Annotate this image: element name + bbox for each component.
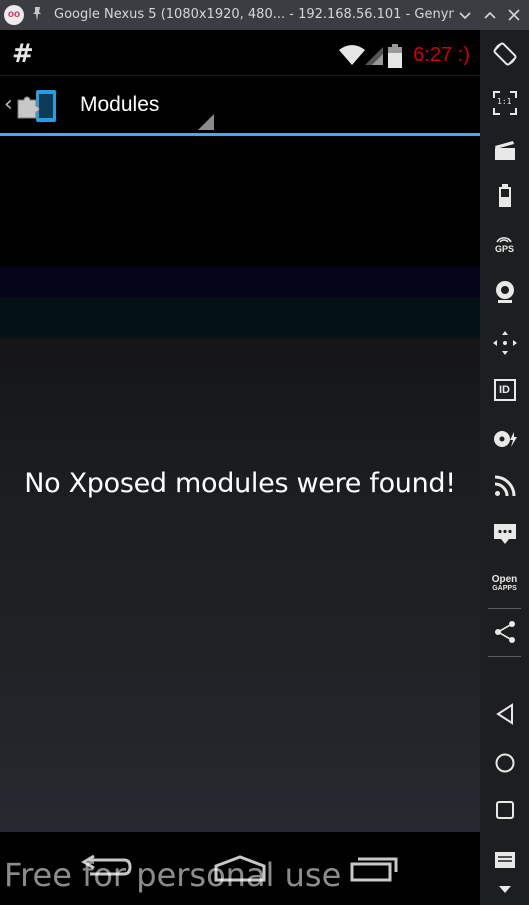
gps-button[interactable]: GPS [480, 226, 529, 262]
open-gapps-icon: Open GAPPS [492, 575, 518, 593]
id-label: ID [499, 384, 510, 396]
wifi-icon [339, 45, 365, 65]
spinner-dropdown-icon[interactable] [198, 114, 214, 130]
disk-io-icon [493, 431, 517, 447]
resize-label: 1:1 [497, 97, 512, 106]
sms-icon [493, 524, 516, 544]
camera-button[interactable] [480, 274, 529, 310]
chevron-down-icon [498, 886, 511, 893]
screencast-button[interactable] [480, 132, 529, 168]
emulator-toolbar: 1:1 GPS ID Open GAPPS [480, 30, 529, 905]
recents-icon[interactable] [350, 854, 400, 882]
battery-button[interactable] [480, 178, 529, 214]
toolbar-divider [488, 656, 521, 657]
battery-sim-icon [498, 184, 511, 207]
empty-state-message: No Xposed modules were found! [24, 468, 456, 499]
clapperboard-icon [494, 141, 515, 160]
watermark-text: Free for personal use [4, 856, 342, 894]
close-icon[interactable] [505, 6, 523, 24]
triangle-back-icon [495, 703, 513, 725]
webcam-icon [495, 281, 514, 303]
square-recents-icon [495, 801, 514, 819]
window-title: Google Nexus 5 (1080x1920, 480... - 192.… [54, 7, 454, 22]
action-bar: ‹ Modules [0, 76, 480, 136]
menu-button[interactable] [480, 842, 529, 878]
toolbar-divider [488, 608, 521, 609]
xposed-app-icon[interactable] [14, 88, 58, 124]
battery-icon [388, 44, 402, 68]
gps-icon: GPS [495, 235, 514, 254]
up-navigation-icon[interactable]: ‹ [4, 92, 13, 117]
nav-back-button[interactable] [480, 696, 529, 732]
remote-control-button[interactable] [480, 325, 529, 361]
page-title: Modules [80, 93, 160, 116]
maximize-icon[interactable] [481, 6, 499, 24]
rotate-icon [493, 42, 516, 66]
opengapps-line1: Open [491, 574, 518, 585]
android-status-bar: # 6:27 :) [0, 30, 480, 76]
minimize-icon[interactable] [456, 6, 474, 24]
phone-sms-button[interactable] [480, 516, 529, 552]
rss-icon [494, 475, 515, 497]
circle-home-icon [495, 753, 514, 773]
pixel-perfect-button[interactable]: 1:1 [480, 85, 529, 121]
pin-icon[interactable] [30, 6, 44, 22]
gps-label: GPS [494, 243, 514, 254]
share-icon [494, 621, 515, 643]
id-icon: ID [493, 379, 516, 401]
window-titlebar: oo Google Nexus 5 (1080x1920, 480... - 1… [0, 0, 529, 30]
nav-recents-button[interactable] [480, 792, 529, 828]
disk-io-button[interactable] [480, 421, 529, 457]
dpad-icon [492, 331, 517, 355]
open-gapps-button[interactable]: Open GAPPS [480, 566, 529, 602]
network-button[interactable] [480, 468, 529, 504]
share-button[interactable] [480, 614, 529, 650]
opengapps-line2: GAPPS [492, 585, 517, 592]
device-screen: # 6:27 :) ‹ Modules No Xposed modules we… [0, 30, 480, 905]
menu-icon [494, 852, 515, 868]
rotate-button[interactable] [480, 36, 529, 72]
device-id-button[interactable]: ID [480, 372, 529, 408]
nav-home-button[interactable] [480, 745, 529, 781]
signal-icon [365, 47, 383, 65]
notification-icon: # [12, 39, 34, 69]
genymotion-logo: oo [4, 5, 24, 25]
status-clock: 6:27 :) [413, 44, 470, 66]
more-button[interactable] [480, 875, 529, 903]
